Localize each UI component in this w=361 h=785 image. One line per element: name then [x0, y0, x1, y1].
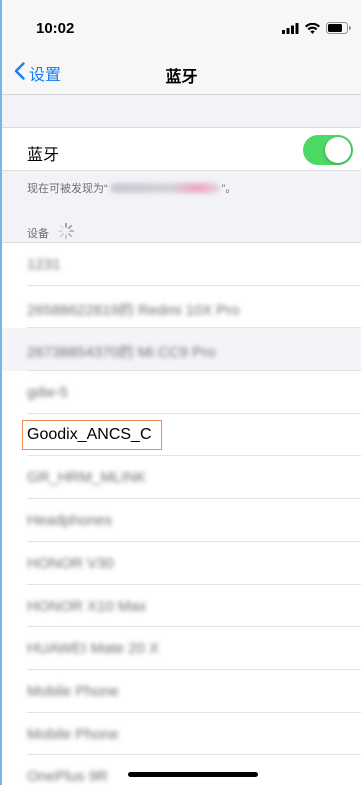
battery-icon: [326, 21, 351, 39]
device-name: Mobile Phone: [27, 725, 119, 743]
device-name: Headphones: [27, 512, 113, 530]
settings-screen: 10:02 设置 蓝牙 蓝牙 现在可被发现为“ ”。 设备 1231 26588…: [0, 0, 361, 785]
device-name: GR_HRM_MLINK: [27, 469, 147, 487]
status-time: 10:02: [36, 20, 75, 37]
bluetooth-toggle[interactable]: [303, 135, 353, 165]
devices-section-header: 设备: [27, 222, 75, 243]
page-title: 蓝牙: [165, 69, 198, 86]
device-name: 1231: [27, 256, 61, 273]
device-row[interactable]: 1231: [2, 243, 361, 286]
devices-header-label: 设备: [27, 227, 49, 240]
blurred-device-name: [109, 183, 220, 193]
device-name: Mobile Phone: [27, 682, 119, 700]
device-row-goodix[interactable]: Goodix_ANCS_C: [2, 413, 361, 457]
home-indicator: [128, 772, 258, 777]
device-row[interactable]: gdw-5: [2, 371, 361, 414]
nav-bar: 设置 蓝牙: [2, 50, 361, 95]
device-row[interactable]: GR_HRM_MLINK: [2, 456, 361, 500]
device-name: gdw-5: [27, 384, 68, 402]
wifi-icon: [305, 21, 320, 39]
device-name: HUAWEI Mate 20 X: [27, 640, 159, 658]
device-list: 1231 26588622819的 Redmi 10X Pro 26738854…: [2, 242, 361, 785]
toggle-knob: [325, 137, 351, 163]
device-row[interactable]: Mobile Phone: [2, 712, 361, 756]
device-row[interactable]: HUAWEI Mate 20 X: [2, 627, 361, 670]
device-row[interactable]: 26588622819的 Redmi 10X Pro: [2, 285, 361, 329]
device-name: HONOR V30: [27, 554, 114, 572]
status-bar: 10:02: [2, 0, 361, 50]
device-row[interactable]: Mobile Phone: [2, 669, 361, 713]
discoverable-suffix: ”。: [221, 183, 237, 195]
device-name: Goodix_ANCS_C: [27, 425, 152, 443]
device-row[interactable]: 26738854370的 Mi CC9 Pro: [2, 328, 361, 372]
bluetooth-row: 蓝牙: [2, 127, 361, 171]
device-row[interactable]: OnePlus 9R: [2, 755, 361, 785]
device-name: 26738854370的 Mi CC9 Pro: [27, 344, 216, 362]
loading-spinner-icon: [57, 222, 75, 243]
status-icons: [282, 21, 351, 39]
device-name: HONOR X10 Max: [27, 597, 147, 615]
device-name: OnePlus 9R: [27, 768, 108, 785]
device-row[interactable]: HONOR X10 Max: [2, 584, 361, 628]
device-name: 26588622819的 Redmi 10X Pro: [27, 301, 240, 319]
device-row[interactable]: HONOR V30: [2, 541, 361, 585]
discoverable-prefix: 现在可被发现为“: [27, 183, 108, 195]
device-row[interactable]: Headphones: [2, 499, 361, 542]
bluetooth-label: 蓝牙: [27, 147, 60, 164]
discoverable-text: 现在可被发现为“ ”。: [27, 180, 236, 196]
cellular-signal-icon: [282, 21, 299, 39]
